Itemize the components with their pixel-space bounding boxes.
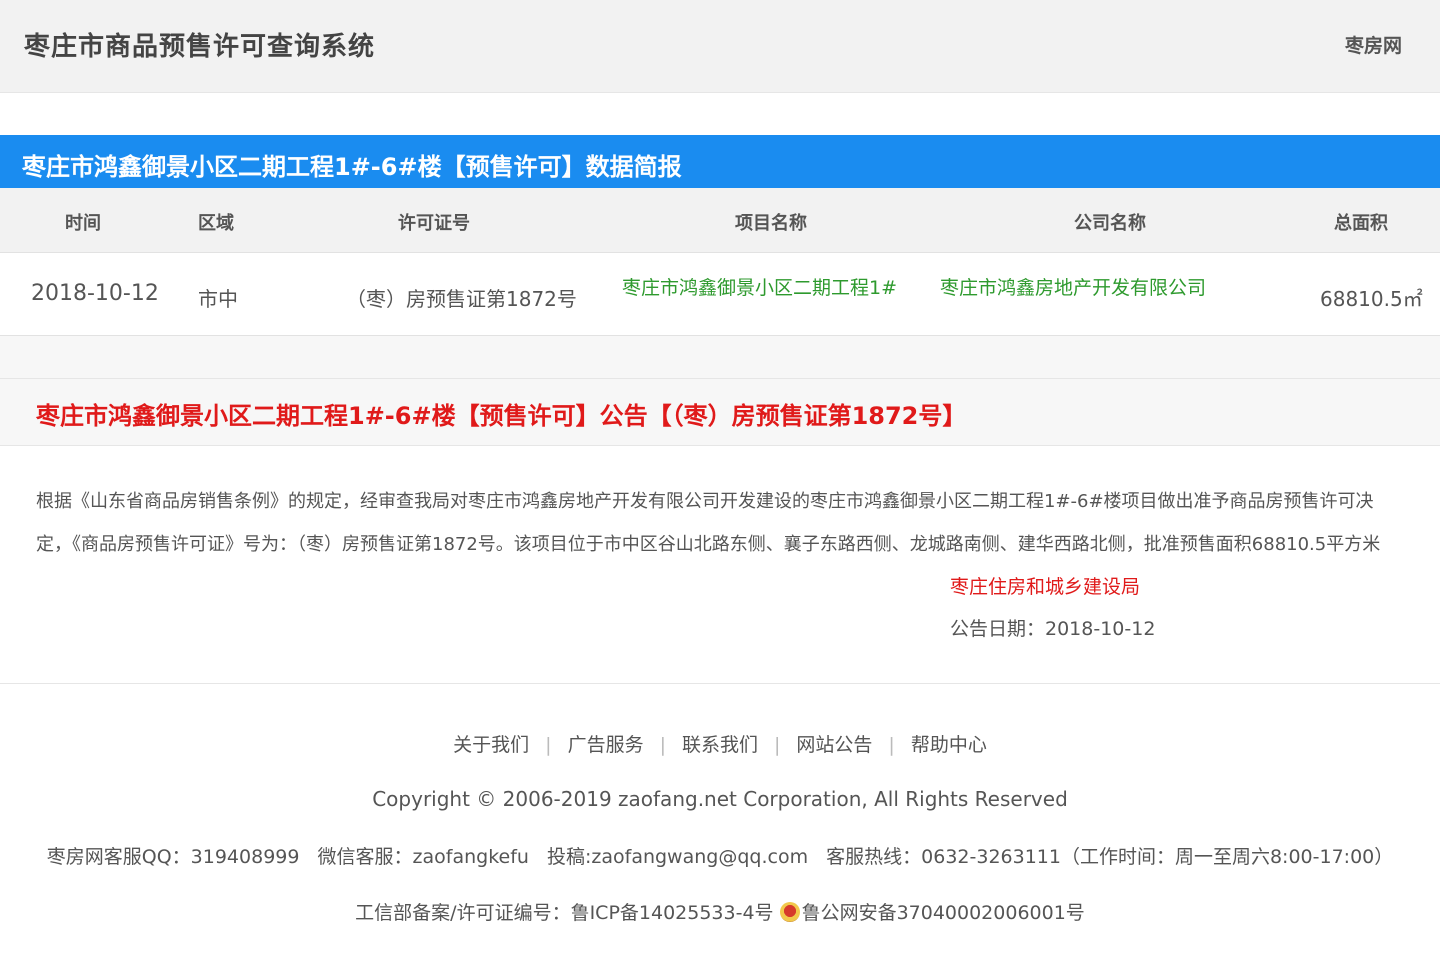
footer-link-ads[interactable]: 广告服务 — [552, 734, 660, 756]
contact-hotline: 客服热线：0632-3263111（工作时间：周一至周六8:00-17:00） — [826, 846, 1394, 868]
table-header: 时间 区域 许可证号 项目名称 公司名称 总面积 — [0, 188, 1440, 253]
row-district: 市中 — [198, 287, 238, 311]
contact-info: 枣房网客服QQ：319408999 微信客服：zaofangkefu 投稿:za… — [0, 842, 1440, 869]
project-name-link[interactable]: 枣庄市鸿鑫御景小区二期工程1#-6# — [622, 273, 896, 300]
site-title: 枣庄市商品预售许可查询系统 — [24, 32, 376, 62]
footer-separator: | — [888, 734, 895, 756]
icp-info: 工信部备案/许可证编号：鲁ICP备14025533-4号 鲁公网安备3704000… — [0, 898, 1440, 925]
footer-link-about[interactable]: 关于我们 — [437, 734, 545, 756]
site-home-link[interactable]: 枣房网 — [1345, 31, 1402, 58]
column-header-company: 公司名称 — [1074, 213, 1146, 234]
row-date: 2018-10-12 — [31, 281, 159, 306]
police-record-link[interactable]: 鲁公网安备37040002006001号 — [802, 902, 1085, 924]
notice-date: 公告日期：2018-10-12 — [950, 618, 1156, 640]
footer-link-contact[interactable]: 联系我们 — [666, 734, 774, 756]
contact-wechat: 微信客服：zaofangkefu — [317, 846, 529, 868]
row-total-area: 68810.5㎡ — [1320, 287, 1423, 311]
contact-qq: 枣房网客服QQ：319408999 — [46, 846, 300, 868]
data-brief-banner: 枣庄市鸿鑫御景小区二期工程1#-6#楼【预售许可】数据简报 — [0, 135, 1440, 188]
company-name-link[interactable]: 枣庄市鸿鑫房地产开发有限公司 — [940, 273, 1206, 300]
column-header-date: 时间 — [65, 213, 101, 234]
column-header-district: 区域 — [198, 213, 234, 234]
footer-separator: | — [545, 734, 552, 756]
row-permit-no: （枣）房预售证第1872号 — [346, 287, 577, 311]
footer-nav: 关于我们 | 广告服务 | 联系我们 | 网站公告 | 帮助中心 — [0, 730, 1440, 757]
footer-divider — [0, 683, 1440, 684]
footer-link-announcements[interactable]: 网站公告 — [780, 734, 888, 756]
table-row: 2018-10-12 市中 （枣）房预售证第1872号 枣庄市鸿鑫御景小区二期工… — [0, 253, 1440, 336]
police-badge-icon — [779, 902, 800, 922]
contact-email: 投稿:zaofangwang@qq.com — [546, 846, 809, 868]
copyright-text: Copyright © 2006-2019 zaofang.net Corpor… — [372, 787, 1068, 811]
footer-link-help[interactable]: 帮助中心 — [895, 734, 1003, 756]
notice-title: 枣庄市鸿鑫御景小区二期工程1#-6#楼【预售许可】公告【（枣）房预售证第1872… — [36, 402, 967, 430]
column-header-area: 总面积 — [1334, 213, 1388, 234]
top-header: 枣庄市商品预售许可查询系统 枣房网 — [0, 0, 1440, 93]
notice-body: 根据《山东省商品房销售条例》的规定，经审查我局对枣庄市鸿鑫房地产开发有限公司开发… — [36, 491, 1381, 555]
icp-link[interactable]: 工信部备案/许可证编号：鲁ICP备14025533-4号 — [355, 902, 773, 924]
banner-title: 枣庄市鸿鑫御景小区二期工程1#-6#楼【预售许可】数据简报 — [22, 153, 682, 181]
column-header-project: 项目名称 — [735, 213, 807, 234]
column-header-permit: 许可证号 — [398, 213, 470, 234]
section-gap — [0, 336, 1440, 379]
notice-issuer: 枣庄住房和城乡建设局 — [950, 576, 1141, 598]
notice-header: 枣庄市鸿鑫御景小区二期工程1#-6#楼【预售许可】公告【（枣）房预售证第1872… — [0, 379, 1440, 446]
